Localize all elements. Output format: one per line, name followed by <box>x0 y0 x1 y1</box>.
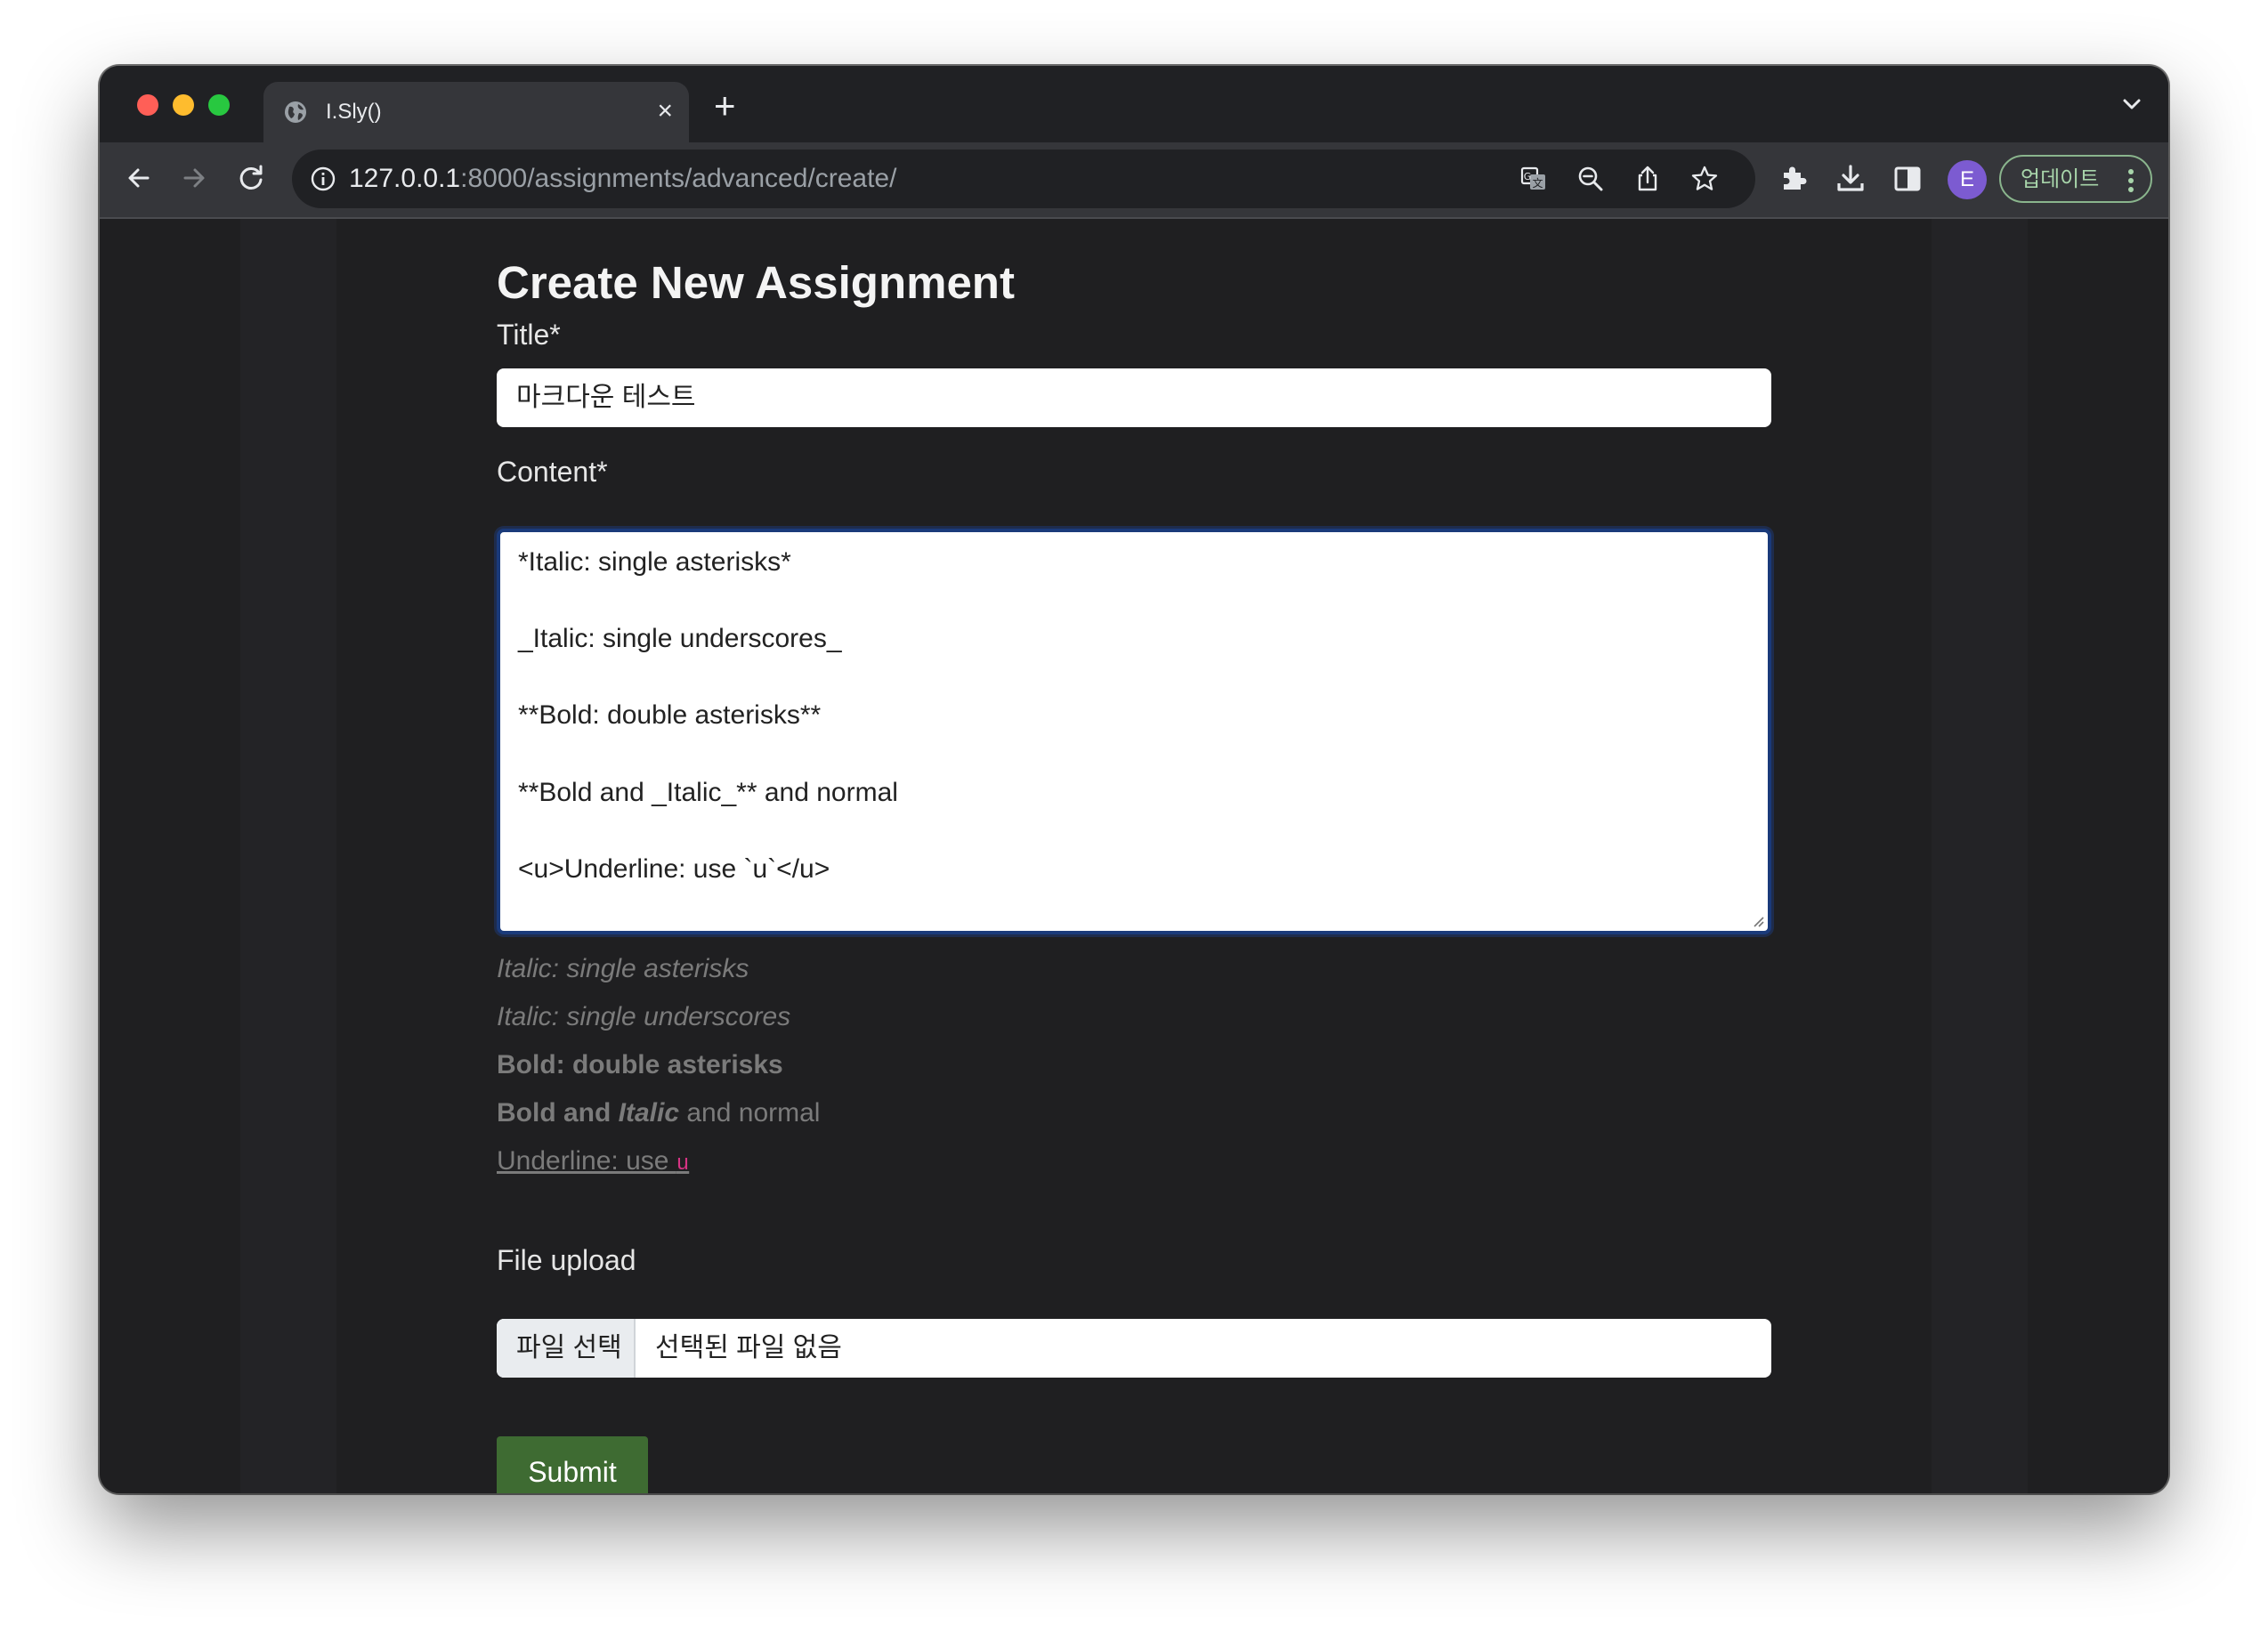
profile-avatar[interactable]: E <box>1948 160 1987 199</box>
file-upload-label: File upload <box>497 1244 636 1276</box>
tab-strip: I.Sly() × + <box>100 66 2168 142</box>
bookmark-star-icon[interactable] <box>1689 164 1720 194</box>
title-label: Title* <box>497 319 561 351</box>
preview-underline-text: Underline: use <box>497 1146 676 1176</box>
choose-file-button[interactable]: 파일 선택 <box>497 1319 636 1378</box>
content-textarea[interactable]: *Italic: single asterisks* _Italic: sing… <box>497 529 1771 934</box>
address-bar[interactable]: 127.0.0.1:8000/assignments/advanced/crea… <box>292 150 1755 208</box>
more-vert-icon[interactable] <box>2127 168 2134 193</box>
browser-window: I.Sly() × + 127.0.0.1:8000/assignments/a… <box>100 66 2168 1493</box>
forward-icon[interactable] <box>178 162 210 194</box>
preview-italic-underscores: Italic: single underscores <box>497 1002 791 1031</box>
back-icon[interactable] <box>123 162 155 194</box>
file-status-text: 선택된 파일 없음 <box>655 1333 842 1362</box>
extensions-icon[interactable] <box>1777 162 1810 196</box>
submit-label: Submit <box>528 1456 617 1488</box>
tab-search-chevron-icon[interactable] <box>2120 93 2143 116</box>
translate-icon[interactable]: 文 G <box>1519 164 1549 194</box>
browser-toolbar: 127.0.0.1:8000/assignments/advanced/crea… <box>100 142 2168 219</box>
tab-active[interactable]: I.Sly() × <box>263 82 689 142</box>
close-window-button[interactable] <box>137 94 158 116</box>
download-icon[interactable] <box>1834 162 1867 196</box>
zoom-window-button[interactable] <box>208 94 230 116</box>
choose-file-label: 파일 선택 <box>516 1333 622 1362</box>
preview-inline-code: u <box>676 1152 690 1176</box>
content-line: _Italic: single underscores_ <box>518 624 842 653</box>
svg-text:文: 文 <box>1532 176 1543 190</box>
content-label: Content* <box>497 456 608 488</box>
svg-text:G: G <box>1524 171 1532 182</box>
submit-button[interactable]: Submit <box>497 1436 648 1493</box>
globe-icon <box>285 101 306 123</box>
content-line: <u>Underline: use `u`</u> <box>518 854 830 884</box>
tab-title: I.Sly() <box>326 100 382 124</box>
preview-underline: Underline: use u <box>497 1144 689 1182</box>
file-upload-input[interactable]: 파일 선택 선택된 파일 없음 <box>497 1319 1771 1378</box>
content-line: **Bold: double asterisks** <box>518 700 822 730</box>
zoom-out-icon[interactable] <box>1575 164 1606 194</box>
left-gutter <box>240 219 336 1493</box>
resize-handle-icon[interactable] <box>1750 913 1764 927</box>
reload-icon[interactable] <box>235 162 267 194</box>
preview-italic-asterisks: Italic: single asterisks <box>497 954 749 983</box>
right-gutter <box>1932 219 2028 1493</box>
content-line: **Bold and _Italic_** and normal <box>518 778 898 807</box>
url-path: :8000/assignments/advanced/create/ <box>460 164 897 193</box>
preview-bold-italic-part: Italic <box>618 1098 680 1128</box>
page-title: Create New Assignment <box>497 257 1015 308</box>
preview-bold-part: Bold and <box>497 1098 619 1128</box>
share-icon[interactable] <box>1632 164 1663 194</box>
preview-bold-text: Bold: double asterisks <box>497 1050 783 1079</box>
content-line: *Italic: single asterisks* <box>518 547 791 577</box>
preview-normal-part: and normal <box>679 1098 821 1128</box>
new-tab-button[interactable]: + <box>714 87 736 125</box>
minimize-window-button[interactable] <box>173 94 194 116</box>
preview-bold: Bold: double asterisks <box>497 1048 783 1082</box>
page-viewport: Create New Assignment Title* 마크다운 테스트 Co… <box>100 219 2168 1493</box>
title-input-value: 마크다운 테스트 <box>516 383 696 412</box>
url-host: 127.0.0.1 <box>349 164 461 193</box>
preview-bold-italic: Bold and Italic and normal <box>497 1096 820 1130</box>
update-label: 업데이트 <box>2021 167 2100 191</box>
tab-close-icon[interactable]: × <box>657 95 673 127</box>
url-text[interactable]: 127.0.0.1:8000/assignments/advanced/crea… <box>349 164 896 194</box>
side-panel-icon[interactable] <box>1891 162 1924 196</box>
title-input[interactable]: 마크다운 테스트 <box>497 368 1771 427</box>
info-icon[interactable] <box>310 166 336 192</box>
update-button[interactable]: 업데이트 <box>1999 155 2152 203</box>
